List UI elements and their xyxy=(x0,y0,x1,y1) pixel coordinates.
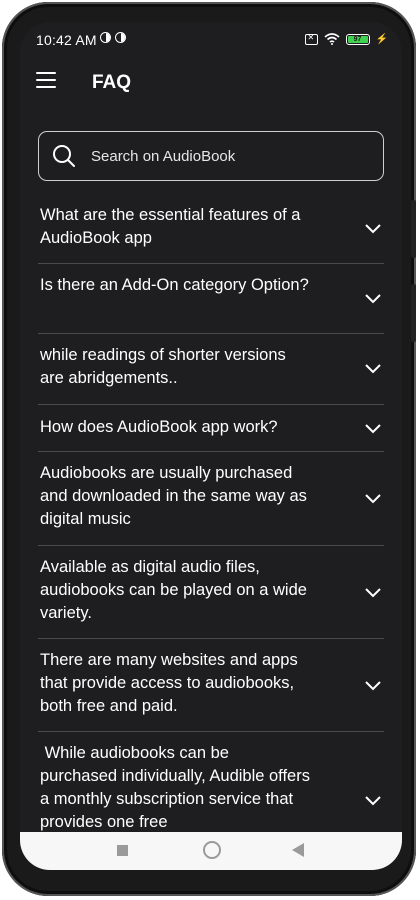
faq-list: What are the essential features of a Aud… xyxy=(38,194,384,870)
recents-button[interactable] xyxy=(117,845,128,856)
notification-icon xyxy=(115,32,126,43)
power-button xyxy=(411,284,416,342)
system-nav-bar xyxy=(20,832,402,870)
chevron-down-icon[interactable] xyxy=(362,586,384,600)
faq-item[interactable]: There are many websites and apps that pr… xyxy=(38,639,384,732)
app-bar: FAQ xyxy=(20,60,402,106)
status-bar: 10:42 AM 97 ⚡ xyxy=(20,22,402,60)
chevron-down-icon[interactable] xyxy=(362,362,384,376)
chevron-down-icon[interactable] xyxy=(362,292,384,306)
home-button[interactable] xyxy=(203,841,221,859)
page-title: FAQ xyxy=(92,72,132,93)
faq-item[interactable]: Is there an Add-On category Option? xyxy=(38,264,384,334)
back-button[interactable] xyxy=(292,843,304,857)
search-box[interactable] xyxy=(38,131,384,181)
faq-question: Audiobooks are usually purchased and dow… xyxy=(40,464,307,528)
chevron-down-icon[interactable] xyxy=(362,422,384,436)
chevron-down-icon[interactable] xyxy=(362,222,384,236)
chevron-down-icon[interactable] xyxy=(362,679,384,693)
wifi-icon xyxy=(324,33,340,45)
faq-question: Available as digital audio files, audiob… xyxy=(40,558,307,622)
phone-frame: 10:42 AM 97 ⚡ xyxy=(2,2,416,896)
chevron-down-icon[interactable] xyxy=(362,794,384,808)
faq-item[interactable]: while readings of shorter versions are a… xyxy=(38,334,384,405)
faq-question: while readings of shorter versions are a… xyxy=(40,346,286,387)
status-time: 10:42 AM xyxy=(36,32,97,48)
notification-icon xyxy=(100,32,111,43)
hamburger-icon[interactable] xyxy=(36,72,56,88)
volume-button xyxy=(411,200,416,258)
faq-item[interactable]: Audiobooks are usually purchased and dow… xyxy=(38,452,384,546)
screen: 10:42 AM 97 ⚡ xyxy=(20,22,402,870)
status-right: 97 ⚡ xyxy=(304,33,388,45)
no-sim-icon xyxy=(304,33,318,45)
chevron-down-icon[interactable] xyxy=(362,492,384,506)
battery-level: 97 xyxy=(347,35,368,43)
faq-item[interactable]: How does AudioBook app work? xyxy=(38,405,384,452)
battery-icon: 97 xyxy=(345,33,370,45)
faq-question: There are many websites and apps that pr… xyxy=(40,651,298,715)
faq-item[interactable]: Available as digital audio files, audiob… xyxy=(38,546,384,639)
faq-question: How does AudioBook app work? xyxy=(40,418,278,436)
faq-question: While audiobooks can be purchased indivi… xyxy=(40,744,315,831)
notification-icons xyxy=(100,32,126,43)
faq-question: What are the essential features of a Aud… xyxy=(40,206,301,247)
search-input[interactable] xyxy=(89,146,353,166)
faq-question: Is there an Add-On category Option? xyxy=(40,276,309,294)
faq-item[interactable]: What are the essential features of a Aud… xyxy=(38,194,384,264)
charging-icon: ⚡ xyxy=(375,33,388,45)
search-icon xyxy=(53,145,75,167)
